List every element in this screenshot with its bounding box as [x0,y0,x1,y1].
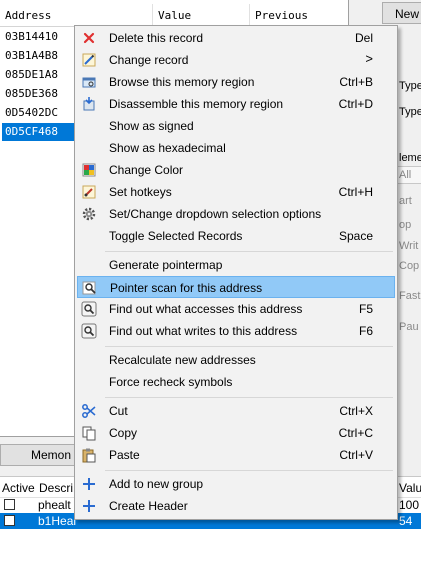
column-description[interactable]: Descri [39,481,73,495]
writable-checkbox-label[interactable]: Writ [399,240,418,252]
menu-item-dropdown-options[interactable]: Set/Change dropdown selection options [77,203,395,225]
menu-separator [105,470,393,471]
address-row-selected[interactable]: 0D5CF468 [2,123,75,141]
hotkey-icon [82,185,96,199]
menu-item-paste[interactable]: Paste Ctrl+V [77,444,395,466]
active-checkbox[interactable] [4,499,15,510]
find-access-icon [81,301,97,317]
row-description: b1Heal [38,514,77,528]
active-checkbox[interactable] [4,515,15,526]
start-label: art [399,195,412,207]
menu-separator [105,397,393,398]
stop-label: op [399,219,412,231]
disassemble-icon [83,97,95,111]
column-previous[interactable]: Previous [255,9,308,22]
column-value[interactable]: Value [158,9,191,22]
menu-item-show-signed[interactable]: Show as signed [77,115,395,137]
menu-item-browse-memory[interactable]: Browse this memory region Ctrl+B [77,71,395,93]
magnifier-icon [82,281,96,295]
new-scan-button[interactable]: New [382,2,421,24]
row-value: 100 [399,498,420,512]
menu-item-recalculate[interactable]: Recalculate new addresses [77,349,395,371]
menu-item-find-writes[interactable]: Find out what writes to this address F6 [77,320,395,342]
menu-item-cut[interactable]: Cut Ctrl+X [77,400,395,422]
pencil-icon [82,53,96,67]
menu-item-set-hotkeys[interactable]: Set hotkeys Ctrl+H [77,181,395,203]
menu-item-delete-record[interactable]: Delete this record Del [77,27,395,49]
column-value[interactable]: Valu [399,481,421,495]
paste-icon [82,448,96,463]
address-row[interactable]: 085DE1A8 [2,66,75,84]
menu-item-disassemble[interactable]: Disassemble this memory region Ctrl+D [77,93,395,115]
scan-type-label: Type [399,106,421,118]
scissors-icon [82,404,96,418]
pause-label[interactable]: Pau [399,321,419,333]
menu-item-show-hex[interactable]: Show as hexadecimal [77,137,395,159]
menu-item-copy[interactable]: Copy Ctrl+C [77,422,395,444]
address-list-header: Address Value Previous [0,4,348,27]
menu-item-create-header[interactable]: Create Header [77,495,395,517]
menu-separator [105,251,393,252]
address-row[interactable]: 085DE368 [2,85,75,103]
menu-item-generate-pointermap[interactable]: Generate pointermap [77,254,395,276]
menu-item-add-to-group[interactable]: Add to new group [77,473,395,495]
memory-view-button[interactable]: Memon [0,444,80,466]
address-row[interactable]: 0D5402DC [2,104,75,122]
row-description: phealt [38,498,71,512]
gear-icon [82,207,96,221]
fast-scan-label[interactable]: Fast [399,290,420,302]
submenu-arrow-icon: > [365,51,373,66]
copy-icon [82,426,96,441]
menu-item-find-accesses[interactable]: Find out what accesses this address F5 [77,298,395,320]
menu-item-change-color[interactable]: Change Color [77,159,395,181]
copy-on-write-checkbox-label[interactable]: Cop [399,260,419,272]
plus-icon [83,500,95,512]
column-address[interactable]: Address [5,9,51,22]
address-row[interactable]: 03B1A4B8 [2,47,75,65]
memory-options-label: leme [399,152,421,164]
plus-icon [83,478,95,490]
value-type-label: Type [399,80,421,92]
red-x-icon [83,32,95,44]
address-row[interactable]: 03B14410 [2,28,75,46]
column-active[interactable]: Active [2,481,35,495]
find-write-icon [81,323,97,339]
menu-separator [105,346,393,347]
row-value: 54 [399,514,413,528]
menu-item-pointer-scan[interactable]: Pointer scan for this address [77,276,395,298]
context-menu[interactable]: Delete this record Del Change record > B… [74,25,398,520]
menu-item-change-record[interactable]: Change record > [77,49,395,71]
memory-region-value: All [399,169,412,181]
menu-item-toggle-selected[interactable]: Toggle Selected Records Space [77,225,395,247]
menu-item-force-recheck[interactable]: Force recheck symbols [77,371,395,393]
color-palette-icon [82,163,96,177]
browse-memory-icon [82,77,96,88]
